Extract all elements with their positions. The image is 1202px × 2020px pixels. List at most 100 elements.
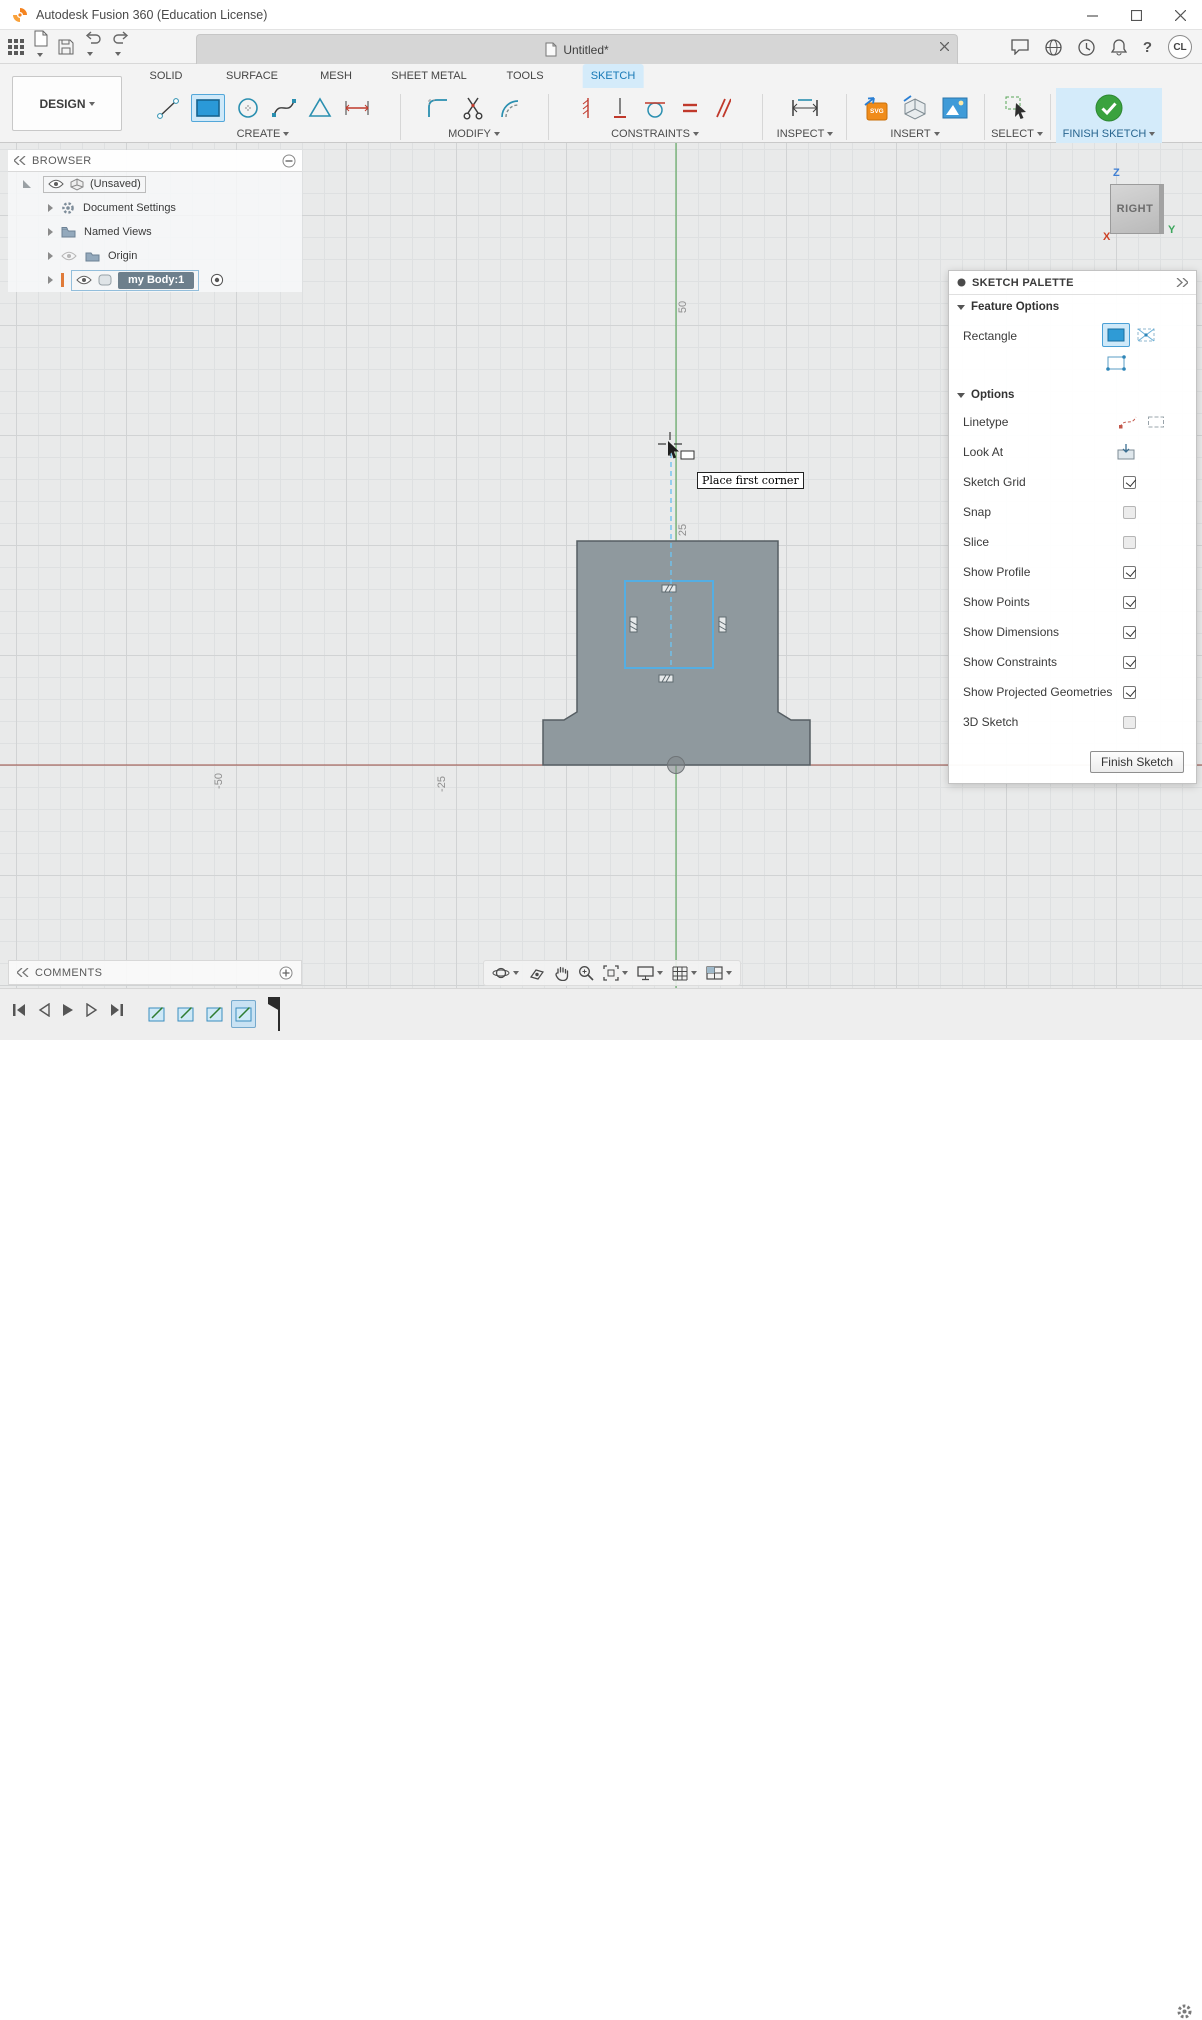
pan-icon[interactable] <box>554 965 569 981</box>
constraint-parallel-icon[interactable] <box>713 97 731 119</box>
minimize-button[interactable] <box>1070 0 1114 30</box>
three-point-rectangle-icon[interactable] <box>1102 351 1130 375</box>
timeline-go-to-end-button[interactable] <box>110 1003 124 1017</box>
timeline-go-to-start-button[interactable] <box>12 1003 26 1017</box>
constraint-vertical-icon[interactable] <box>611 96 629 120</box>
orbit-icon[interactable] <box>492 965 519 981</box>
collapse-panel-icon[interactable] <box>14 156 26 165</box>
browser-item-named-views[interactable]: Named Views <box>8 220 302 244</box>
clock-icon[interactable] <box>1078 39 1095 56</box>
constraint-glyph-left[interactable] <box>630 617 637 632</box>
browser-item-root[interactable]: (Unsaved) <box>8 172 302 196</box>
tab-close-icon[interactable] <box>940 42 949 51</box>
group-finish-sketch[interactable]: FINISH SKETCH <box>1056 88 1162 143</box>
palette-header[interactable]: SKETCH PALETTE <box>949 271 1196 295</box>
feature-options-section-header[interactable]: Feature Options <box>949 295 1196 319</box>
browser-item-origin[interactable]: Origin <box>8 244 302 268</box>
tab-sketch-active[interactable]: SKETCH <box>583 64 644 88</box>
zoom-icon[interactable] <box>578 965 594 981</box>
trim-tool-icon[interactable] <box>461 95 487 121</box>
construction-linetype-icon[interactable] <box>1118 414 1138 430</box>
maximize-button[interactable] <box>1114 0 1158 30</box>
constraint-coincident-icon[interactable] <box>579 96 597 120</box>
timeline-step-back-button[interactable] <box>38 1003 50 1017</box>
expand-arrow-icon[interactable] <box>48 228 53 236</box>
insert-group-label[interactable]: INSERT <box>848 128 982 143</box>
browser-collapse-all-icon[interactable] <box>282 154 296 168</box>
timeline-feature-sketch-1[interactable] <box>144 1000 169 1028</box>
two-point-rectangle-icon[interactable] <box>1102 323 1130 347</box>
show-dimensions-checkbox[interactable] <box>1123 626 1136 639</box>
tab-surface[interactable]: SURFACE <box>218 64 286 88</box>
expand-arrow-icon[interactable] <box>48 252 53 260</box>
finish-sketch-button[interactable]: Finish Sketch <box>1090 751 1184 773</box>
comments-panel[interactable]: COMMENTS <box>8 960 302 985</box>
offset-tool-icon[interactable] <box>497 95 523 121</box>
app-grid-icon[interactable] <box>8 39 24 55</box>
activate-component-radio-icon[interactable] <box>210 273 224 287</box>
constraint-equal-icon[interactable] <box>681 100 699 116</box>
show-projected-geometries-checkbox[interactable] <box>1123 686 1136 699</box>
add-comment-icon[interactable] <box>279 966 293 980</box>
viewports-icon[interactable] <box>706 966 732 980</box>
user-avatar[interactable]: CL <box>1168 35 1192 59</box>
show-profile-checkbox[interactable] <box>1123 566 1136 579</box>
polygon-tool-icon[interactable] <box>307 95 333 121</box>
notifications-bell-icon[interactable] <box>1111 39 1127 56</box>
create-group-label[interactable]: CREATE <box>130 128 396 143</box>
spline-tool-icon[interactable] <box>271 95 297 121</box>
eye-visible-icon[interactable] <box>76 275 92 285</box>
comments-icon[interactable] <box>1011 39 1029 55</box>
browser-item-document-settings[interactable]: Document Settings <box>8 196 302 220</box>
grid-settings-icon[interactable] <box>672 966 697 981</box>
show-constraints-checkbox[interactable] <box>1123 656 1136 669</box>
expand-arrow-icon[interactable] <box>48 276 53 284</box>
expand-panel-icon[interactable] <box>1176 278 1188 287</box>
undo-button[interactable] <box>84 31 102 63</box>
constraints-group-label[interactable]: CONSTRAINTS <box>550 128 760 143</box>
tab-solid[interactable]: SOLID <box>141 64 190 88</box>
file-menu-button[interactable] <box>34 30 48 65</box>
body-cross-section[interactable] <box>543 541 810 765</box>
timeline-feature-sketch-4[interactable] <box>231 1000 256 1028</box>
timeline-position-marker[interactable] <box>266 997 282 1031</box>
eye-hidden-icon[interactable] <box>61 251 77 261</box>
browser-item-body[interactable]: my Body:1 <box>8 268 302 292</box>
timeline-step-forward-button[interactable] <box>86 1003 98 1017</box>
timeline-feature-sketch-3[interactable] <box>202 1000 227 1028</box>
3d-sketch-checkbox[interactable] <box>1123 716 1136 729</box>
expand-arrow-open-icon[interactable] <box>22 179 32 189</box>
slice-checkbox[interactable] <box>1123 536 1136 549</box>
save-button[interactable] <box>58 39 74 55</box>
origin-point[interactable] <box>668 757 685 774</box>
sketch-grid-checkbox[interactable] <box>1123 476 1136 489</box>
redo-button[interactable] <box>112 31 130 63</box>
document-tab[interactable]: Untitled* <box>196 34 958 64</box>
finish-sketch-check-icon[interactable] <box>1094 93 1124 123</box>
constraint-glyph-bottom[interactable] <box>659 675 673 682</box>
finish-sketch-group-label[interactable]: FINISH SKETCH <box>1056 128 1162 143</box>
workspace-selector[interactable]: DESIGN <box>12 76 122 131</box>
help-icon[interactable]: ? <box>1143 39 1152 56</box>
slot-tool-icon[interactable] <box>343 97 371 119</box>
options-section-header[interactable]: Options <box>949 383 1196 407</box>
globe-icon[interactable] <box>1045 39 1062 56</box>
tab-mesh[interactable]: MESH <box>312 64 360 88</box>
canvas-image-icon[interactable] <box>942 97 968 119</box>
insert-mesh-icon[interactable] <box>902 95 928 121</box>
timeline-settings-gear-icon[interactable] <box>1176 2003 1193 2020</box>
select-tool-icon[interactable] <box>1004 95 1030 121</box>
look-at-icon[interactable] <box>1116 444 1136 460</box>
look-at-icon[interactable] <box>528 966 545 981</box>
line-tool-icon[interactable] <box>155 95 181 121</box>
fillet-tool-icon[interactable] <box>425 95 451 121</box>
rectangle-tool-active[interactable] <box>191 94 225 122</box>
close-button[interactable] <box>1158 0 1202 30</box>
modify-group-label[interactable]: MODIFY <box>402 128 546 143</box>
select-group-label[interactable]: SELECT <box>986 128 1048 143</box>
insert-svg-icon[interactable]: SVG <box>862 95 888 121</box>
constraint-tangent-icon[interactable] <box>643 96 667 120</box>
expand-arrow-icon[interactable] <box>48 204 53 212</box>
measure-tool-icon[interactable] <box>790 97 820 119</box>
timeline-play-button[interactable] <box>62 1003 74 1017</box>
